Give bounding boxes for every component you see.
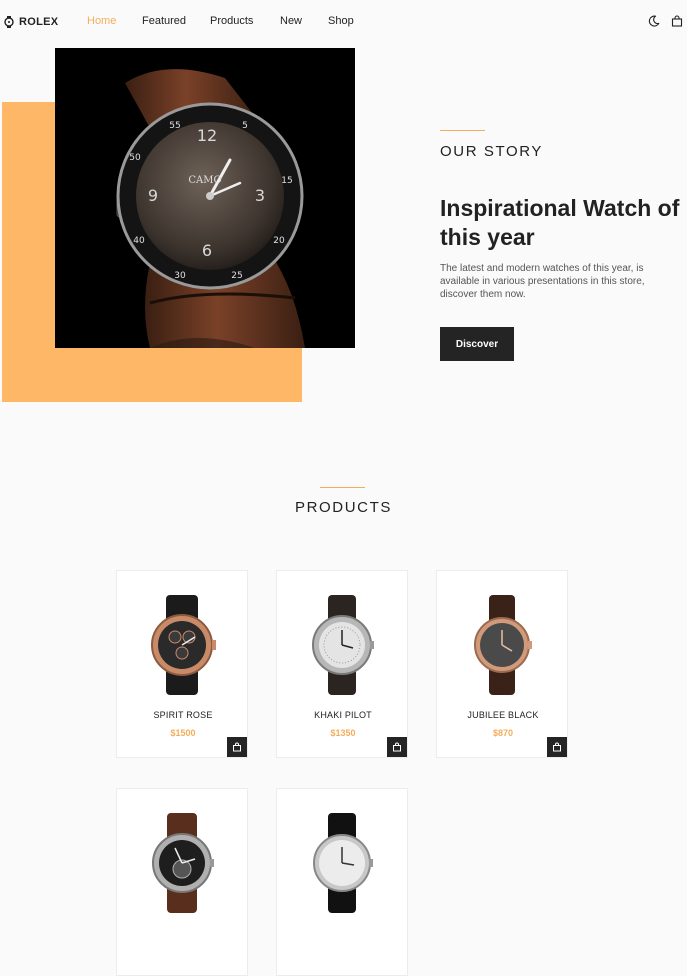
product-name: KHAKI PILOT — [314, 710, 372, 720]
product-watch-image — [312, 595, 374, 695]
svg-text:9: 9 — [148, 186, 158, 205]
products-accent-line — [320, 487, 365, 488]
product-watch-image — [474, 595, 532, 695]
nav-new[interactable]: New — [280, 15, 302, 27]
logo-text: ROLEX — [19, 16, 59, 28]
story-accent-line — [440, 130, 485, 131]
svg-text:15: 15 — [281, 176, 292, 186]
bag-icon — [553, 742, 561, 752]
hero-title: Inspirational Watch of this year — [440, 195, 680, 250]
product-card[interactable] — [116, 788, 248, 976]
watch-image: 12 3 6 9 55 5 15 20 25 30 40 50 CAMO — [116, 69, 305, 348]
add-to-cart-button[interactable] — [547, 737, 567, 757]
bag-icon — [393, 742, 401, 752]
svg-text:12: 12 — [197, 126, 217, 145]
product-watch-image — [151, 595, 216, 695]
hero-watch-image: 12 3 6 9 55 5 15 20 25 30 40 50 CAMO — [55, 48, 355, 348]
product-name: JUBILEE BLACK — [467, 710, 539, 720]
moon-icon[interactable] — [648, 15, 660, 27]
svg-text:30: 30 — [174, 271, 186, 281]
product-watch-image — [313, 813, 373, 913]
svg-text:25: 25 — [231, 271, 242, 281]
product-card[interactable]: JUBILEE BLACK $870 — [436, 570, 568, 758]
product-card[interactable]: SPIRIT ROSE $1500 — [116, 570, 248, 758]
svg-text:CAMO: CAMO — [188, 175, 221, 186]
svg-text:5: 5 — [242, 121, 248, 131]
product-card[interactable]: KHAKI PILOT $1350 — [276, 570, 408, 758]
svg-text:40: 40 — [133, 236, 145, 246]
svg-text:55: 55 — [169, 121, 180, 131]
product-name: SPIRIT ROSE — [153, 710, 213, 720]
nav-home[interactable]: Home — [87, 15, 116, 27]
svg-text:50: 50 — [129, 153, 141, 163]
watch-logo-icon — [4, 16, 14, 28]
story-kicker: OUR STORY — [440, 143, 544, 160]
add-to-cart-button[interactable] — [227, 737, 247, 757]
products-title: PRODUCTS — [295, 499, 392, 516]
logo[interactable]: ROLEX — [4, 14, 58, 30]
svg-text:6: 6 — [202, 241, 212, 260]
svg-text:20: 20 — [273, 236, 285, 246]
nav-shop[interactable]: Shop — [328, 15, 354, 27]
svg-text:3: 3 — [255, 186, 265, 205]
add-to-cart-button[interactable] — [387, 737, 407, 757]
hero-description: The latest and modern watches of this ye… — [440, 263, 645, 300]
nav-featured[interactable]: Featured — [142, 15, 186, 27]
discover-button[interactable]: Discover — [440, 327, 514, 361]
product-watch-image — [152, 813, 214, 913]
product-card[interactable] — [276, 788, 408, 976]
nav-products[interactable]: Products — [210, 15, 253, 27]
bag-icon — [233, 742, 241, 752]
bag-icon[interactable] — [671, 15, 683, 27]
